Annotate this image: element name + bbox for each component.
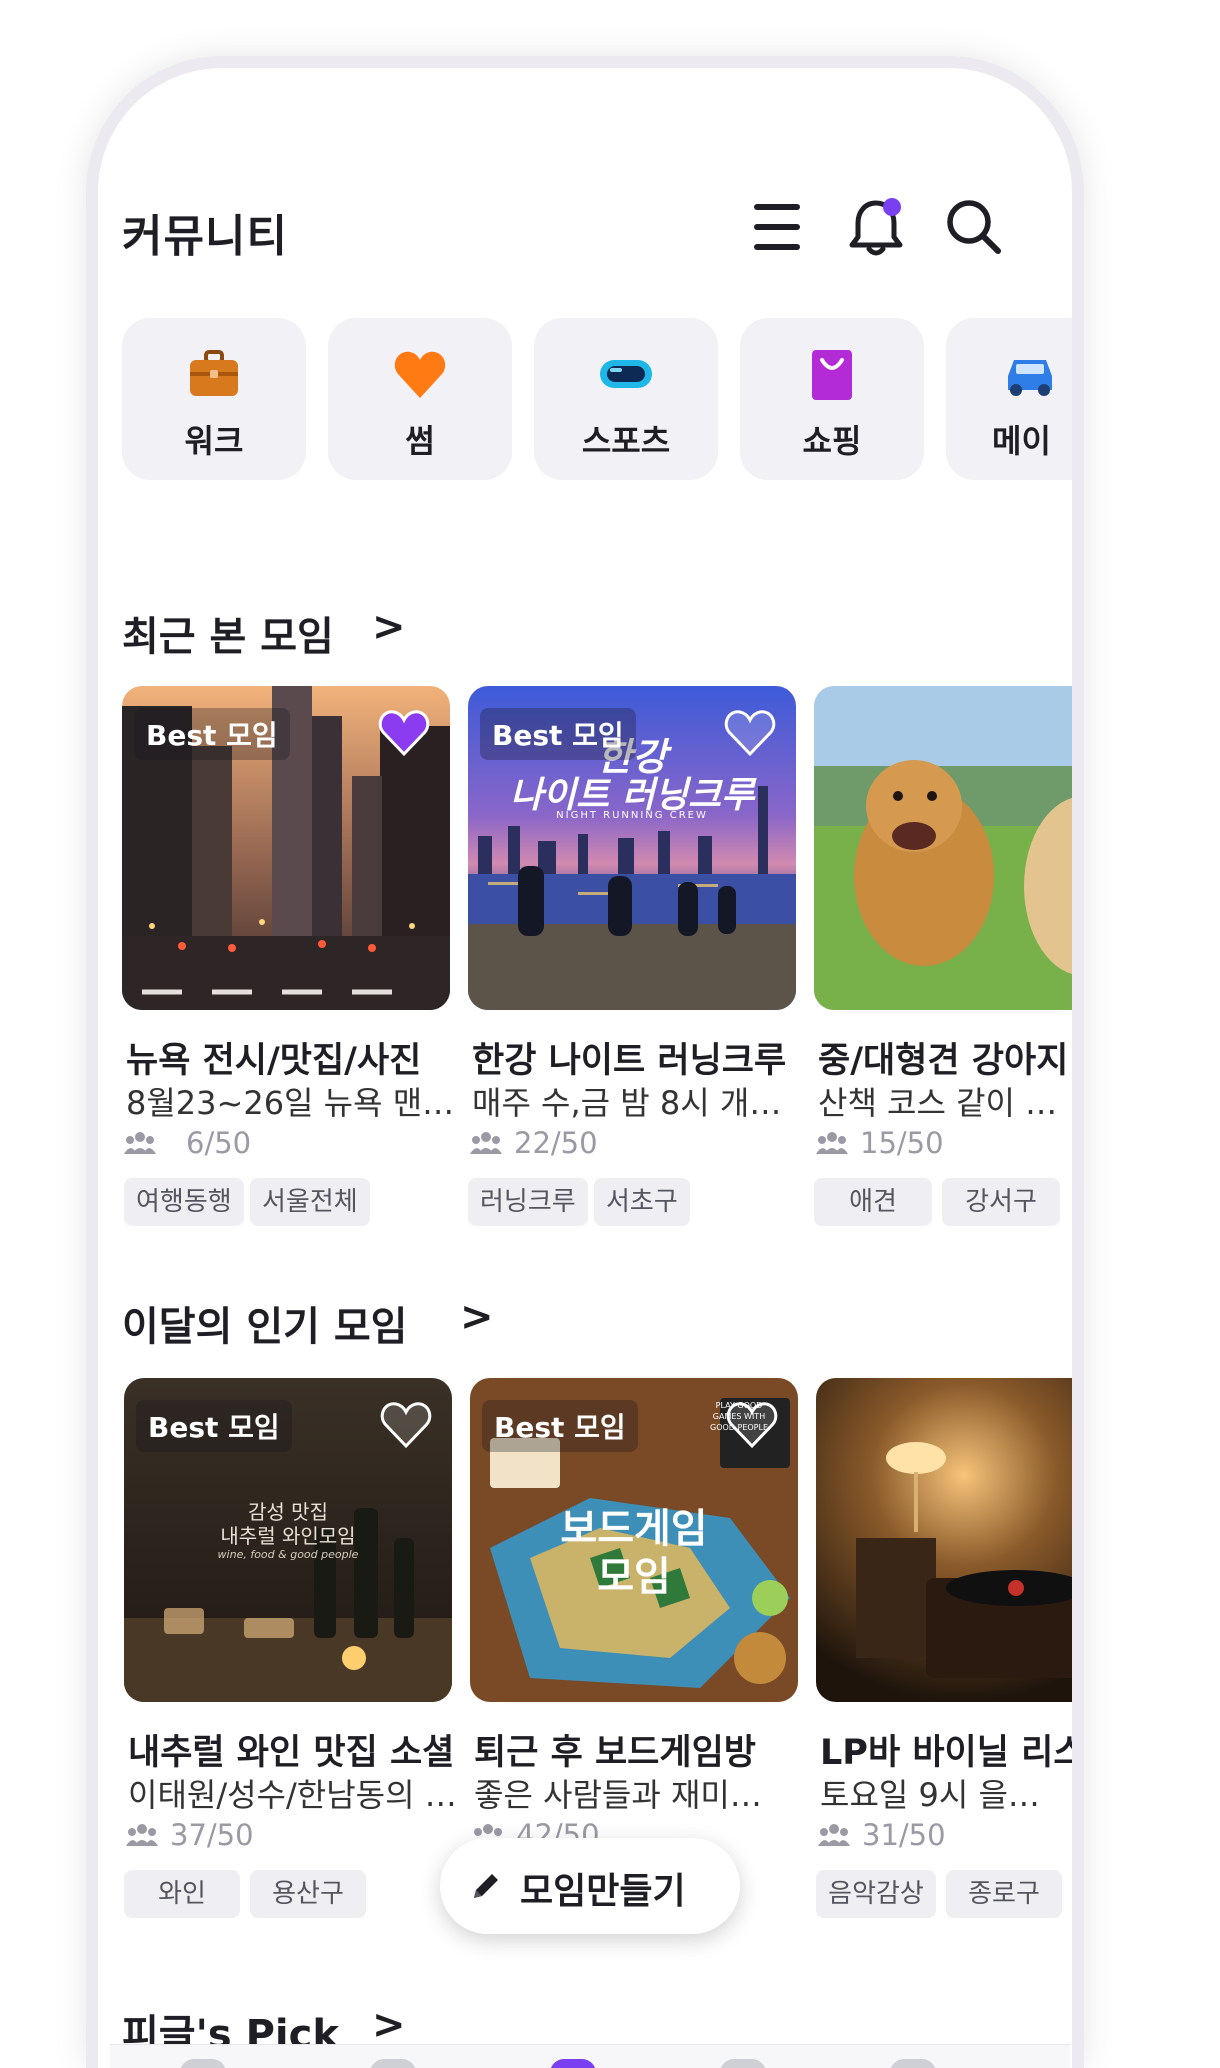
heart-outline-icon[interactable] — [724, 1396, 780, 1452]
card-description: 이태원/성수/한남동의 감성 맛집 — [128, 1776, 458, 1814]
overlay-caption: NIGHT RUNNING CREW — [556, 810, 708, 821]
card-description: 매주 수,금 밤 8시 개인 페이스 — [472, 1084, 802, 1122]
card-image — [814, 686, 1072, 1010]
briefcase-icon — [186, 346, 242, 402]
tag-chip[interactable]: 음악감상 — [816, 1870, 936, 1918]
people-icon — [816, 1132, 848, 1154]
card-title: LP바 바이닐 리스닝 — [820, 1733, 1072, 1773]
card-description: 토요일 9시 을지로 — [820, 1776, 1060, 1814]
phone-frame: 커뮤니티 워크 썸 스포츠 쇼핑 메이 최근 본 모임 > Best 모임 뉴욕… — [86, 56, 1084, 2068]
overlay-caption: wine, food & good people — [217, 1548, 359, 1561]
category-label: 썸 — [405, 422, 435, 460]
category-label: 쇼핑 — [802, 422, 862, 460]
card-title: 내추럴 와인 맛집 소셜 — [128, 1733, 455, 1773]
member-count: 31/50 — [818, 1818, 946, 1852]
card-image: 감성 맛집 내추럴 와인모임 wine, food & good people … — [124, 1378, 452, 1702]
best-badge: Best 모임 — [136, 1400, 292, 1452]
chevron-right-icon[interactable]: > — [460, 1294, 494, 1340]
tag-chip[interactable]: 서초구 — [594, 1178, 690, 1226]
member-count: 22/50 — [470, 1126, 598, 1160]
card-image: 한강 나이트 러닝크루 NIGHT RUNNING CREW Best 모임 — [468, 686, 796, 1010]
tag-chip[interactable]: 종로구 — [946, 1870, 1062, 1918]
card-description: 좋은 사람들과 재미있는 게임 — [474, 1776, 790, 1814]
notification-bell-icon[interactable] — [842, 193, 910, 261]
people-icon — [818, 1824, 850, 1846]
bottom-navigation — [110, 2044, 1070, 2068]
pencil-icon — [474, 1874, 498, 1898]
heart-icon[interactable] — [376, 704, 432, 760]
people-icon — [470, 1132, 502, 1154]
member-count: 15/50 — [816, 1126, 944, 1160]
shopping-bag-icon — [804, 346, 860, 402]
heart-outline-icon[interactable] — [378, 1396, 434, 1452]
tag-chip[interactable]: 강서구 — [942, 1178, 1060, 1226]
card-image: Best 모임 — [122, 686, 450, 1010]
hamburger-menu-icon[interactable] — [743, 193, 811, 261]
member-count: 6/50 — [124, 1126, 251, 1160]
card-image — [816, 1378, 1072, 1702]
tag-chip[interactable]: 애견 — [814, 1178, 932, 1226]
people-icon — [126, 1824, 158, 1846]
chevron-right-icon[interactable]: > — [372, 604, 406, 650]
category-label: 워크 — [184, 422, 244, 460]
search-icon[interactable] — [940, 193, 1008, 261]
member-count: 37/50 — [126, 1818, 254, 1852]
tag-chip[interactable]: 용산구 — [250, 1870, 366, 1918]
best-badge: Best 모임 — [482, 1400, 638, 1452]
card-description: 8월23~26일 뉴욕 맨해튼 — [126, 1084, 456, 1122]
create-meetup-button[interactable]: 모임만들기 — [440, 1838, 740, 1934]
category-label: 스포츠 — [581, 422, 671, 460]
card-title: 뉴욕 전시/맛집/사진 — [126, 1041, 422, 1081]
chevron-right-icon[interactable]: > — [372, 2002, 406, 2048]
page-title: 커뮤니티 — [122, 211, 288, 262]
notification-dot — [883, 198, 901, 216]
card-description: 산책 코스 같이 정해요 — [818, 1084, 1058, 1122]
tag-chip[interactable]: 여행동행 — [124, 1178, 244, 1226]
best-badge: Best 모임 — [480, 708, 636, 760]
category-sports[interactable]: 스포츠 — [534, 318, 718, 480]
best-badge: Best 모임 — [134, 708, 290, 760]
category-label: 메이 — [992, 422, 1051, 460]
people-icon — [124, 1132, 156, 1154]
app-screen: 커뮤니티 워크 썸 스포츠 쇼핑 메이 최근 본 모임 > Best 모임 뉴욕… — [110, 68, 1072, 2068]
tag-chip[interactable]: 와인 — [124, 1870, 240, 1918]
nav-community-icon[interactable] — [550, 2059, 596, 2068]
section-title-popular: 이달의 인기 모임 — [122, 1304, 408, 1350]
nav-profile-icon[interactable] — [890, 2059, 936, 2068]
nav-home-icon[interactable] — [180, 2059, 226, 2068]
goggles-icon — [598, 346, 654, 402]
category-some[interactable]: 썸 — [328, 318, 512, 480]
category-car[interactable]: 메이 — [946, 318, 1072, 480]
create-meetup-label: 모임만들기 — [520, 1871, 686, 1912]
tag-chip[interactable]: 러닝크루 — [468, 1178, 588, 1226]
overlay-subtitle: 내추럴 와인모임 — [220, 1524, 356, 1548]
car-icon — [1002, 346, 1058, 402]
category-work[interactable]: 워크 — [122, 318, 306, 480]
card-title: 퇴근 후 보드게임방 — [474, 1733, 756, 1773]
nav-explore-icon[interactable] — [370, 2059, 416, 2068]
heart-icon — [392, 346, 448, 402]
card-image: 보드게임 모임 PLAY GOOD GAMES WITH GOOD PEOPLE… — [470, 1378, 798, 1702]
category-shopping[interactable]: 쇼핑 — [740, 318, 924, 480]
card-title: 한강 나이트 러닝크루 — [472, 1041, 787, 1081]
section-title-recent: 최근 본 모임 — [122, 614, 334, 660]
tag-chip[interactable]: 서울전체 — [250, 1178, 370, 1226]
heart-outline-icon[interactable] — [722, 704, 778, 760]
nav-likes-icon[interactable] — [720, 2059, 766, 2068]
card-title: 중/대형견 강아지 — [818, 1041, 1069, 1081]
overlay-subtitle: 모임 — [597, 1554, 671, 1600]
